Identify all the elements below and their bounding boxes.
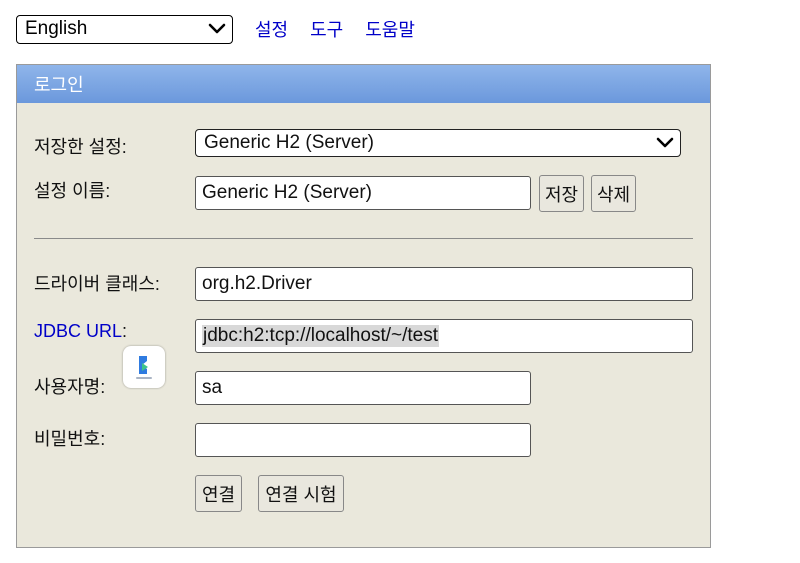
- jdbc-url-colon: :: [122, 321, 128, 341]
- jdbc-url-input[interactable]: jdbc:h2:tcp://localhost/~/test: [195, 319, 693, 353]
- driver-class-value: org.h2.Driver: [202, 273, 312, 294]
- top-bar: English 설정 도구 도움말: [16, 14, 415, 44]
- password-input[interactable]: [195, 423, 531, 457]
- setting-name-input[interactable]: Generic H2 (Server): [195, 176, 531, 210]
- password-label: 비밀번호:: [34, 429, 106, 449]
- settings-link[interactable]: 설정: [255, 16, 288, 42]
- login-panel: 로그인 저장한 설정: Generic H2 (Server) 설정 이름: G…: [16, 64, 711, 548]
- saved-settings-label: 저장한 설정:: [34, 137, 127, 157]
- setting-name-value: Generic H2 (Server): [202, 182, 372, 203]
- save-button[interactable]: 저장: [539, 175, 584, 212]
- jdbc-url-value: jdbc:h2:tcp://localhost/~/test: [202, 325, 439, 347]
- jdbc-url-label-wrap: JDBC URL:: [34, 321, 127, 342]
- connect-button[interactable]: 연결: [195, 475, 242, 512]
- tools-link[interactable]: 도구: [310, 16, 343, 42]
- username-input[interactable]: sa: [195, 371, 531, 405]
- delete-button[interactable]: 삭제: [591, 175, 636, 212]
- language-select-value: English: [25, 18, 88, 39]
- setting-name-label: 설정 이름:: [34, 181, 111, 201]
- test-connection-button[interactable]: 연결 시험: [258, 475, 344, 512]
- translate-badge-glyph: [136, 356, 152, 379]
- divider: [34, 238, 693, 239]
- driver-class-input[interactable]: org.h2.Driver: [195, 267, 693, 301]
- panel-header: 로그인: [17, 65, 710, 103]
- panel-title: 로그인: [34, 75, 84, 95]
- username-value: sa: [202, 377, 223, 398]
- help-link[interactable]: 도움말: [365, 16, 415, 42]
- language-select[interactable]: English: [16, 14, 233, 44]
- chevron-down-icon: [656, 137, 674, 148]
- saved-settings-select[interactable]: Generic H2 (Server): [195, 129, 681, 157]
- jdbc-url-link[interactable]: JDBC URL: [34, 321, 122, 341]
- saved-settings-value: Generic H2 (Server): [204, 132, 374, 153]
- chevron-down-icon: [208, 23, 226, 34]
- username-label: 사용자명:: [34, 377, 106, 397]
- translate-badge-icon[interactable]: [123, 346, 165, 388]
- driver-class-label: 드라이버 클래스:: [34, 274, 160, 294]
